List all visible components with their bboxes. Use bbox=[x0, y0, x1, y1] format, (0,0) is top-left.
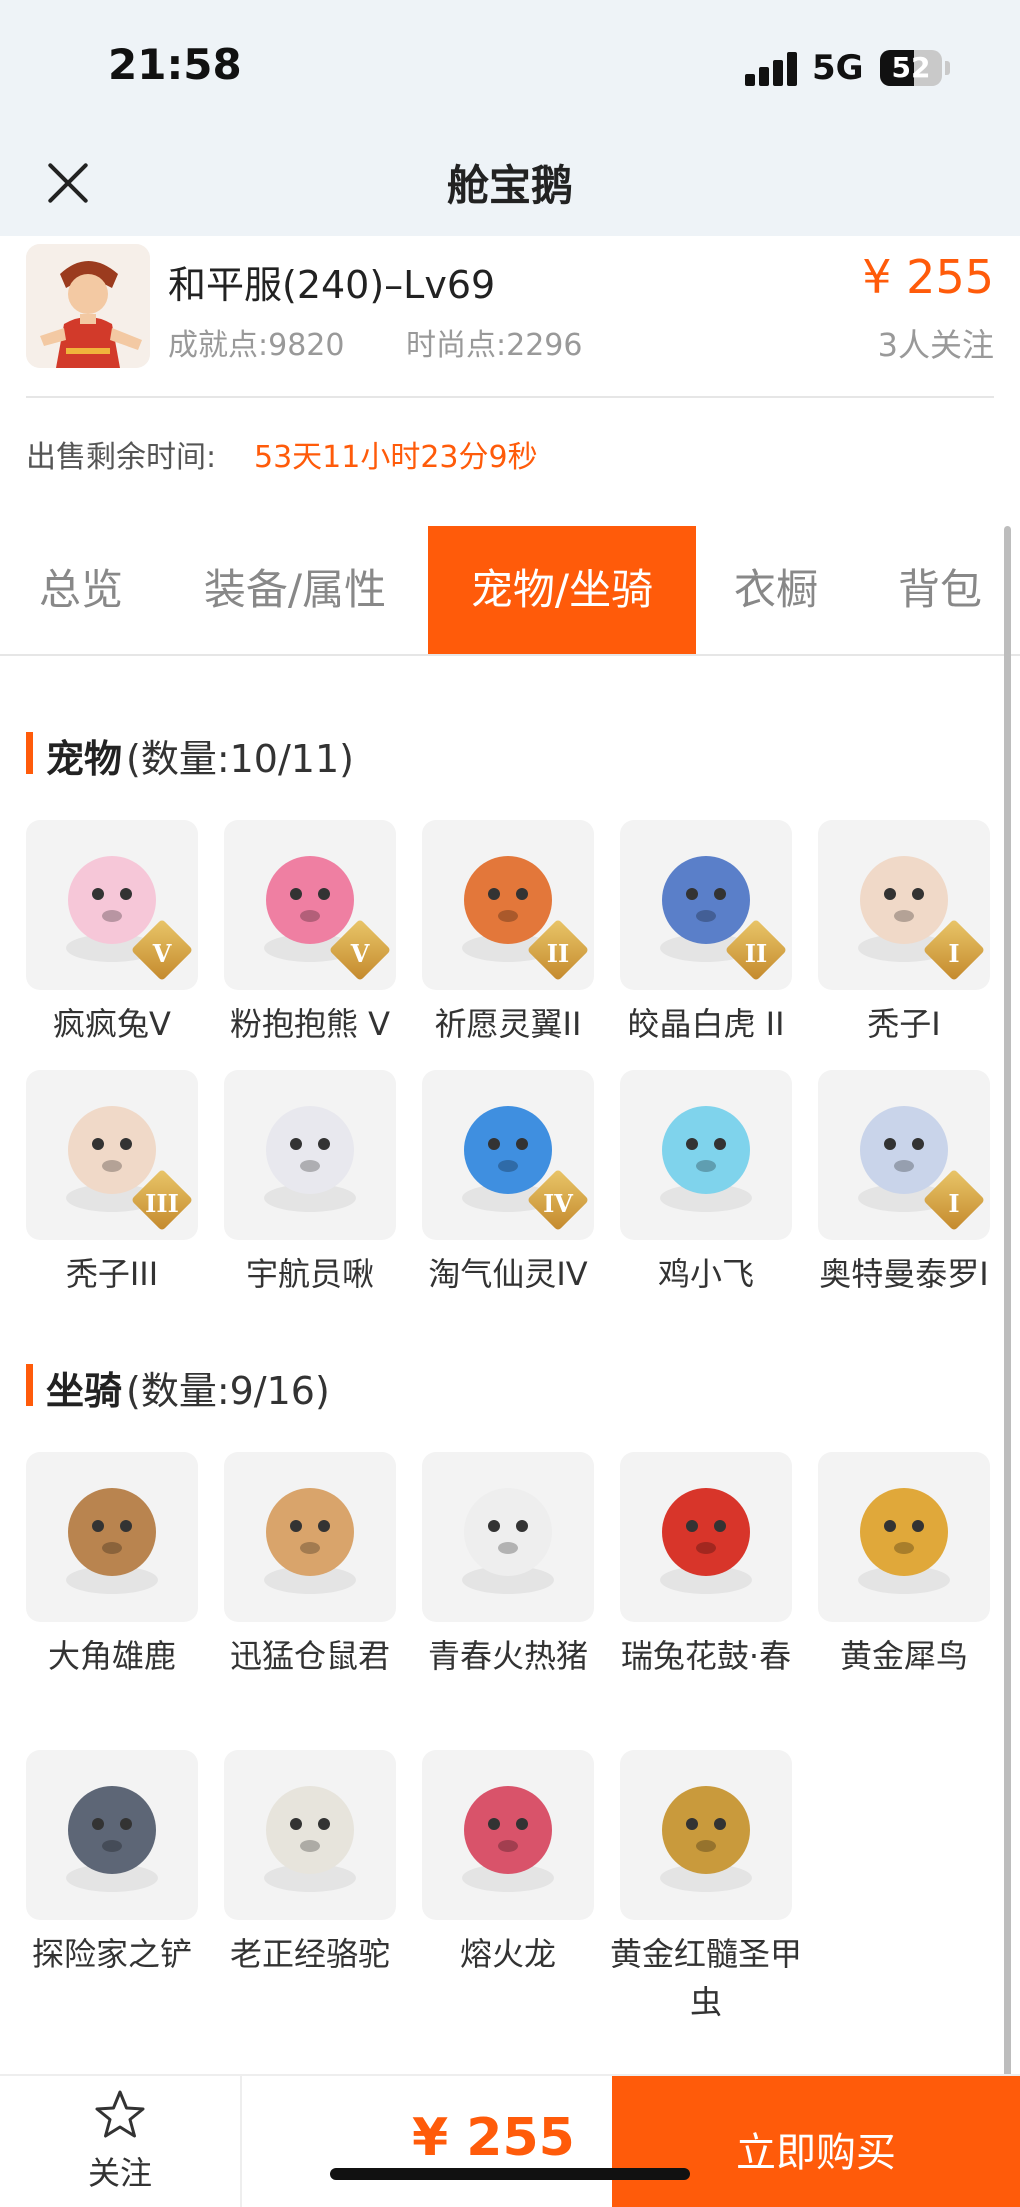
grade-badge-label: III bbox=[145, 1189, 179, 1218]
item-name: 青春火热猪 bbox=[427, 1637, 588, 1675]
item-name: 祈愿灵翼II bbox=[434, 1005, 582, 1043]
product-price: ¥ 255 bbox=[862, 250, 994, 304]
astronaut-icon bbox=[224, 1070, 396, 1240]
grade-badge-label: V bbox=[350, 939, 370, 968]
eagle-icon: II bbox=[422, 820, 594, 990]
item-name: 老正经骆驼 bbox=[229, 1935, 390, 1973]
item-name: 粉抱抱熊 V bbox=[229, 1005, 391, 1043]
product-header: 和平服(240)–Lv69 成就点:9820 时尚点:2296 ¥ 255 3人… bbox=[0, 236, 1020, 396]
item-name: 奥特曼泰罗I bbox=[819, 1255, 989, 1293]
grade-badge-label: I bbox=[948, 939, 960, 968]
white-tiger-icon: II bbox=[620, 820, 792, 990]
tab-backpack[interactable]: 背包 bbox=[870, 526, 1010, 654]
item-name: 迅猛仓鼠君 bbox=[229, 1637, 390, 1675]
tab-overview[interactable]: 总览 bbox=[0, 526, 162, 654]
achievement-points: 成就点:9820 bbox=[168, 328, 345, 363]
favorite-label: 关注 bbox=[87, 2154, 152, 2192]
mounts-title: 坐骑 bbox=[46, 1369, 123, 1413]
item-name: 皎晶白虎 II bbox=[627, 1005, 785, 1043]
buy-now-button[interactable]: 立即购买 bbox=[612, 2076, 1020, 2207]
item-name: 鸡小飞 bbox=[657, 1255, 754, 1293]
grade-badge-label: II bbox=[546, 939, 570, 968]
hornbill-icon bbox=[818, 1452, 990, 1622]
golden-beetle-icon bbox=[620, 1750, 792, 1920]
bald-kid-icon: III bbox=[26, 1070, 198, 1240]
tab-pets-mounts[interactable]: 宠物/坐骑 bbox=[428, 526, 696, 654]
item-name: 淘气仙灵IV bbox=[428, 1255, 588, 1293]
character-portrait-icon bbox=[26, 244, 150, 368]
pink-rabbit-icon: V bbox=[26, 820, 198, 990]
item-name: 熔火龙 bbox=[459, 1935, 556, 1973]
item-name: 黄金犀鸟 bbox=[839, 1637, 968, 1675]
grade-badge-label: IV bbox=[543, 1189, 573, 1218]
hamster-icon bbox=[224, 1452, 396, 1622]
followers-count: 3人关注 bbox=[877, 326, 994, 364]
nav-bar: 舱宝鹅 bbox=[0, 130, 1020, 236]
page-title: 舱宝鹅 bbox=[446, 161, 573, 210]
item-name: 大角雄鹿 bbox=[47, 1637, 176, 1675]
product-title: 和平服(240)–Lv69 bbox=[168, 263, 496, 307]
camel-icon bbox=[224, 1750, 396, 1920]
ultraman-icon: I bbox=[818, 1070, 990, 1240]
mounts-count: (数量:9/16) bbox=[126, 1369, 330, 1413]
star-icon bbox=[95, 2090, 145, 2138]
battery-icon: 52 bbox=[880, 50, 942, 86]
pig-icon bbox=[422, 1452, 594, 1622]
fire-dragon-icon bbox=[422, 1750, 594, 1920]
sale-remaining-time: 53天11小时23分9秒 bbox=[254, 440, 538, 475]
tab-bar: 总览 装备/属性 宠物/坐骑 衣橱 背包 bbox=[0, 526, 1020, 656]
shovel-icon bbox=[26, 1750, 198, 1920]
scrollbar[interactable] bbox=[1004, 526, 1011, 2086]
signal-icon bbox=[745, 52, 799, 86]
status-time: 21:58 bbox=[108, 40, 242, 89]
sale-remaining-label: 出售剩余时间: bbox=[26, 440, 217, 475]
grade-badge-label: V bbox=[152, 939, 172, 968]
blue-chick-icon bbox=[620, 1070, 792, 1240]
bottom-action-bar: 关注 ¥ 255 立即购买 bbox=[0, 2074, 1020, 2207]
status-bar: 21:58 5G 52 bbox=[0, 0, 1020, 130]
pink-bear-icon: V bbox=[224, 820, 396, 990]
bald-kid-icon: I bbox=[818, 820, 990, 990]
section-marker bbox=[26, 732, 33, 774]
grade-badge-label: II bbox=[744, 939, 768, 968]
bottom-price: ¥ 255 bbox=[412, 2108, 575, 2168]
drum-icon bbox=[620, 1452, 792, 1622]
item-name: 瑞兔花鼓·春 bbox=[620, 1637, 792, 1675]
home-indicator[interactable] bbox=[330, 2168, 690, 2180]
network-label: 5G bbox=[812, 48, 864, 88]
item-name: 探险家之铲 bbox=[31, 1935, 192, 1973]
battery-tip bbox=[945, 61, 950, 75]
pets-title: 宠物 bbox=[46, 737, 123, 781]
divider bbox=[26, 396, 994, 398]
item-name: 疯疯兔V bbox=[53, 1005, 171, 1043]
grade-badge-label: I bbox=[948, 1189, 960, 1218]
tab-wardrobe[interactable]: 衣橱 bbox=[706, 526, 846, 654]
fashion-points: 时尚点:2296 bbox=[406, 328, 583, 363]
favorite-button[interactable]: 关注 bbox=[0, 2076, 242, 2207]
item-name: 宇航员啾 bbox=[245, 1255, 374, 1293]
item-name: 秃子I bbox=[867, 1005, 941, 1043]
battery-level: 52 bbox=[891, 51, 931, 84]
deer-icon bbox=[26, 1452, 198, 1622]
blue-dog-icon: IV bbox=[422, 1070, 594, 1240]
avatar bbox=[26, 244, 150, 368]
section-marker bbox=[26, 1364, 33, 1406]
tab-equipment[interactable]: 装备/属性 bbox=[180, 526, 410, 654]
item-name: 秃子III bbox=[65, 1255, 159, 1293]
item-name: 黄金红髓圣甲虫 bbox=[609, 1935, 802, 2021]
pets-count: (数量:10/11) bbox=[126, 737, 354, 781]
